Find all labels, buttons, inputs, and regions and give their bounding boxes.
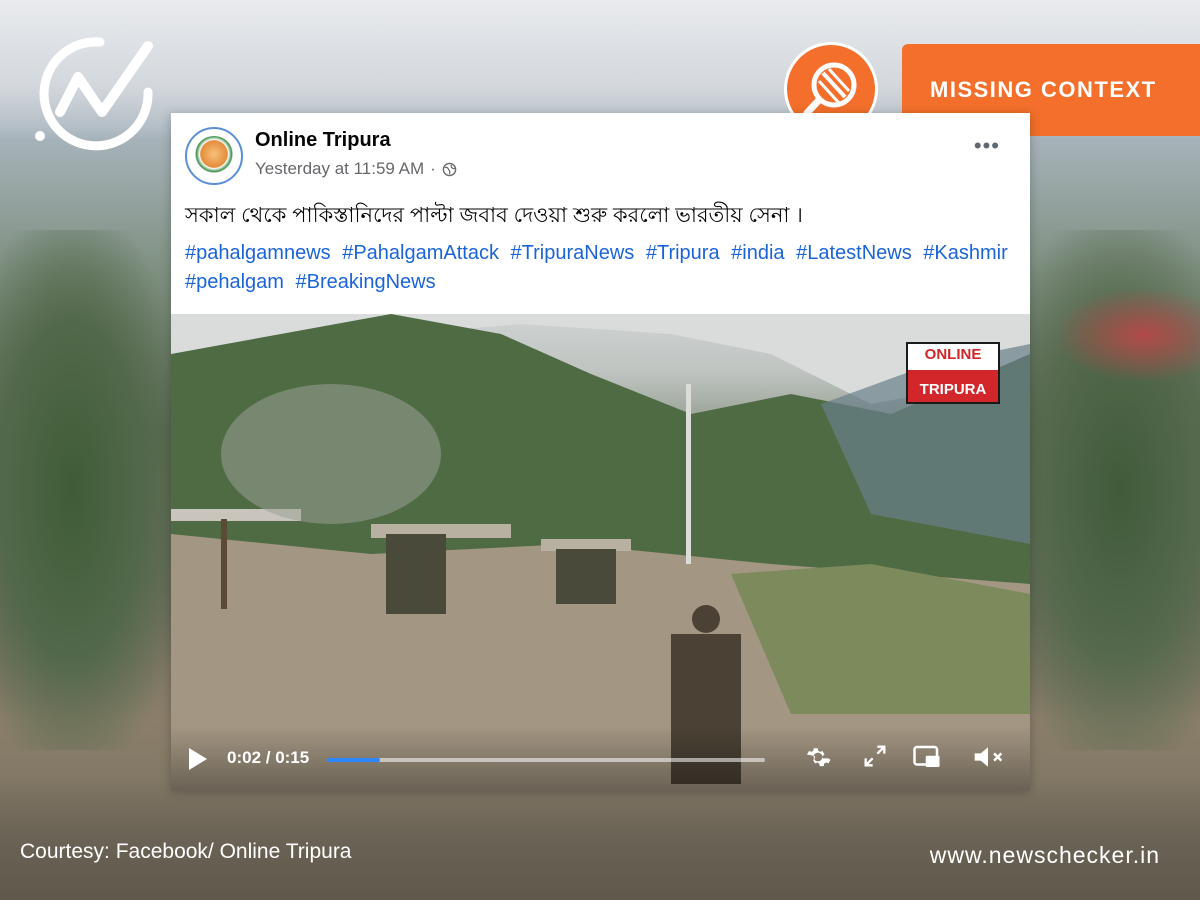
mute-icon[interactable] — [971, 742, 1005, 772]
globe-icon — [442, 162, 457, 176]
video-player[interactable]: ONLINE TRIPURA 0:02 / 0:15 — [171, 314, 1030, 790]
online-tripura-watermark: ONLINE TRIPURA — [906, 342, 1000, 404]
fullscreen-icon[interactable] — [861, 742, 889, 770]
video-progress-bar[interactable] — [327, 758, 765, 762]
hashtag-link[interactable]: #pahalgamnews — [185, 242, 331, 264]
background-red-blur — [1060, 290, 1200, 380]
post-time-text: Yesterday at 11:59 AM — [255, 159, 425, 178]
more-options-button[interactable]: ••• — [974, 135, 1000, 157]
video-progress-fill — [327, 758, 380, 762]
watermark-top-text: ONLINE — [924, 346, 982, 363]
video-time: 0:02 / 0:15 — [227, 748, 310, 767]
hashtag-list: #pahalgamnews #PahalgamAttack #TripuraNe… — [185, 239, 1015, 297]
hashtag-link[interactable]: #Tripura — [646, 242, 720, 264]
hashtag-link[interactable]: #india — [731, 242, 784, 264]
facebook-post-card: Online Tripura Yesterday at 11:59 AM · •… — [171, 113, 1030, 790]
settings-icon[interactable] — [803, 742, 833, 772]
newschecker-logo-icon — [30, 32, 160, 152]
video-frame-scene — [171, 314, 1030, 790]
video-controls: 0:02 / 0:15 — [171, 726, 1030, 790]
post-timestamp[interactable]: Yesterday at 11:59 AM · — [255, 159, 457, 179]
background-left-blur — [0, 230, 180, 750]
hashtag-link[interactable]: #Kashmir — [923, 242, 1007, 264]
hashtag-link[interactable]: #LatestNews — [796, 242, 912, 264]
play-icon[interactable] — [189, 748, 207, 770]
page-name[interactable]: Online Tripura — [255, 129, 391, 152]
hashtag-link[interactable]: #BreakingNews — [296, 271, 436, 293]
courtesy-caption: Courtesy: Facebook/ Online Tripura — [20, 840, 352, 863]
hashtag-link[interactable]: #pehalgam — [185, 271, 284, 293]
hashtag-link[interactable]: #PahalgamAttack — [342, 242, 499, 264]
avatar-image — [194, 136, 234, 176]
site-url: www.newschecker.in — [929, 842, 1160, 868]
page-avatar[interactable] — [185, 127, 243, 185]
hashtag-link[interactable]: #TripuraNews — [511, 242, 635, 264]
separator-dot: · — [430, 159, 436, 178]
post-text: সকাল থেকে পাকিস্তানিদের পাল্টা জবাব দেওয… — [185, 204, 803, 227]
pip-icon[interactable] — [911, 742, 943, 772]
watermark-bottom-text: TRIPURA — [919, 381, 987, 398]
